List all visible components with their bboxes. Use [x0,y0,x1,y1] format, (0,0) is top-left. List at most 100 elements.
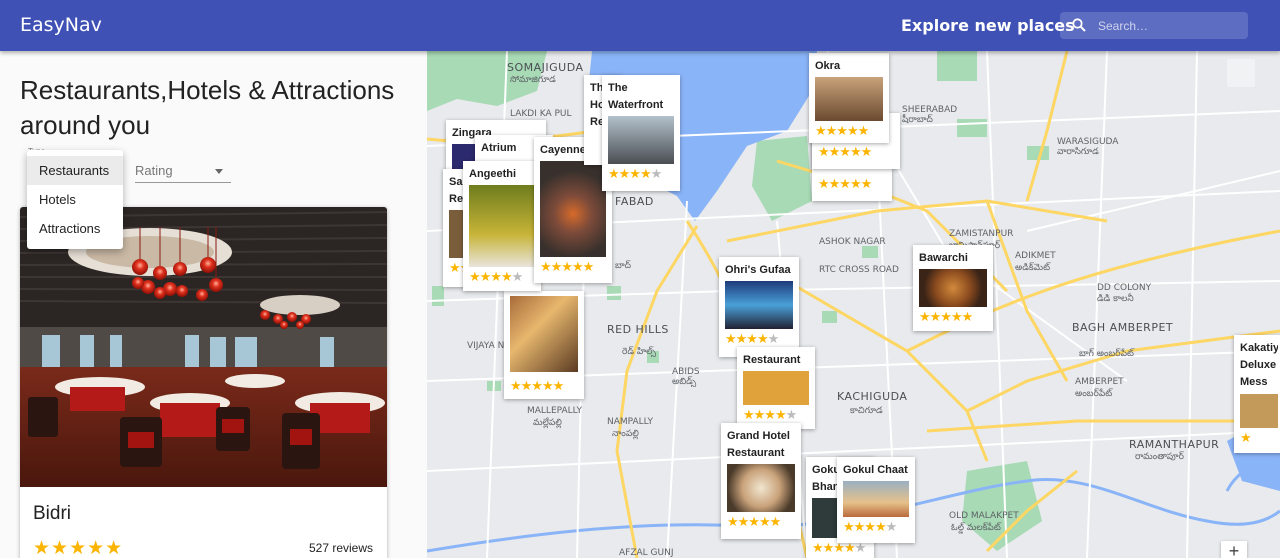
place-photo [510,296,578,372]
app-bar: EasyNav Explore new places [0,0,1280,51]
map-label: KACHIGUDA [837,390,908,403]
map-place-card-kakatiya-deluxe-mess[interactable]: Kakatiya Deluxe Mess ★ [1234,335,1280,453]
map-label: RAMANTHAPUR [1129,438,1220,451]
place-rating-stars: ★★★★★ [725,331,779,346]
place-rating-stars: ★★★★★ [815,123,869,138]
place-photo [1240,394,1278,428]
map-label: రామంతాపూర్ [1135,452,1184,462]
featured-review-count[interactable]: 527 reviews [309,541,373,555]
map-label: వారాసిగూడ [1057,147,1099,157]
place-photo [725,281,793,329]
map-label: కాచిగూడ [850,406,883,416]
place-name: Kakatiya Deluxe Mess [1240,342,1278,388]
featured-place-card[interactable]: Bidri ★★★★★ 527 reviews [20,207,387,558]
map-label: DD COLONY [1097,283,1152,293]
map-place-card-ohris-gufaa[interactable]: Ohri's Gufaa ★★★★★ [719,257,799,357]
place-name: Okra [815,60,841,72]
map-view[interactable]: SOMAJIGUDA సోమాజిగూడ LAKDI KA PUL FABAD … [427,51,1280,558]
app-title[interactable]: EasyNav [20,14,102,36]
rating-select[interactable]: Rating [135,157,231,183]
place-photo [743,371,809,405]
place-rating-stars: ★★★★★ [727,514,781,529]
place-rating-stars: ★★★★★ [510,378,564,393]
type-dropdown-menu: Restaurants Hotels Attractions [27,150,123,249]
place-name: The Waterfront [608,82,664,111]
place-photo [540,161,606,257]
map-label: RED HILLS [607,323,669,336]
type-option-attractions[interactable]: Attractions [27,214,123,243]
map-label: NAMPALLY [607,417,653,427]
featured-place-photo [20,207,387,487]
place-name: Restaurant [743,354,801,366]
place-rating-stars: ★★★★★ [743,407,797,422]
map-place-card-grand-hotel-restaurant[interactable]: Grand Hotel Restaurant ★★★★★ [721,423,801,539]
map-label: RTC CROSS ROAD [819,265,899,275]
chevron-down-icon [215,169,223,174]
map-label: ZAMISTANPUR [949,229,1014,239]
place-name: Grand Hotel Restaurant [727,430,790,459]
map-label: ADIKMET [1015,251,1056,261]
map-label: MALLEPALLY [527,406,582,416]
map-label: బాగ్ అంబర్‌పేట్ [1079,349,1134,359]
featured-place-name[interactable]: Bidri [33,503,71,525]
place-photo [815,77,883,121]
map-label: మల్లేపల్లి [533,418,562,428]
place-rating-stars: ★★★★★ [919,309,973,324]
place-photo [727,464,795,512]
map-label: SHEERABAD [902,105,958,115]
map-label: రెడ్ హిల్స్ [622,347,657,357]
map-label: WARASIGUDA [1057,137,1119,147]
map-label: AFZAL GUNJ [619,548,674,558]
type-option-restaurants[interactable]: Restaurants [27,156,123,185]
place-rating-stars: ★★★★★ [843,519,897,534]
place-rating-stars: ★★★★★ [818,176,872,191]
place-rating-stars: ★★★★★ [540,259,594,274]
map-label: FABAD [615,195,654,208]
featured-rating-stars: ★★★★★ [33,538,124,558]
place-name: Angeethi [469,168,517,180]
place-name: Gokul Chaat [843,464,908,476]
place-rating-stars: ★★★★★ [469,269,523,284]
place-photo [469,185,535,267]
search-input[interactable] [1098,12,1243,39]
rating-label: Rating [135,163,173,178]
map-label: ఓల్డ్ మలక్‌పేట్ [951,523,1001,533]
zoom-in-button[interactable]: + [1221,541,1247,558]
map-label: ASHOK NAGAR [819,237,886,247]
map-label: నాంపల్లి [612,429,639,439]
place-photo [608,116,674,164]
map-place-card-bawarchi[interactable]: Bawarchi ★★★★★ [913,245,993,331]
fullscreen-button[interactable] [1227,59,1255,87]
map-place-card-okra[interactable]: Okra ★★★★★ [809,53,889,143]
map-label: డిడి కాలనీ [1097,294,1134,304]
map-label: బాద్ [615,261,632,271]
map-label: SOMAJIGUDA [507,61,584,74]
search-icon [1072,18,1086,32]
explore-new-places-link[interactable]: Explore new places [901,16,1075,35]
place-photo [843,481,909,517]
type-option-hotels[interactable]: Hotels [27,185,123,214]
map-label: AMBERPET [1075,377,1124,387]
search-box[interactable] [1060,12,1248,39]
map-label: సోమాజిగూడ [510,75,556,85]
place-name: Bawarchi [919,252,968,264]
map-label: LAKDI KA PUL [510,109,572,119]
left-panel: Restaurants,Hotels & Attractions around … [0,51,427,558]
map-label: అంబర్‌పేట్ [1075,389,1113,399]
map-place-card-gokul-chaat[interactable]: Gokul Chaat ★★★★★ [837,457,915,543]
map-place-card-restaurant[interactable]: Restaurant ★★★★★ [737,347,815,429]
map-label: షీరాబాద్ [902,115,933,125]
map-place-card-angeethi[interactable]: Angeethi ★★★★★ [463,161,541,291]
place-photo [919,269,987,307]
place-rating-stars: ★★★★★ [818,144,872,159]
map-place-card[interactable]: ★★★★★ [504,291,584,399]
map-label: అడిక్‌మెట్ [1015,263,1051,273]
map-label: BAGH AMBERPET [1072,321,1174,334]
map-label: OLD MALAKPET [949,511,1019,521]
place-rating-stars: ★ [1240,430,1252,445]
place-rating-stars: ★★★★★ [608,166,662,181]
map-place-card-the-waterfront[interactable]: The Waterfront ★★★★★ [602,75,680,191]
map-label: ABIDS [672,367,700,377]
place-name: Ohri's Gufaa [725,264,791,276]
page-title: Restaurants,Hotels & Attractions around … [20,75,395,140]
